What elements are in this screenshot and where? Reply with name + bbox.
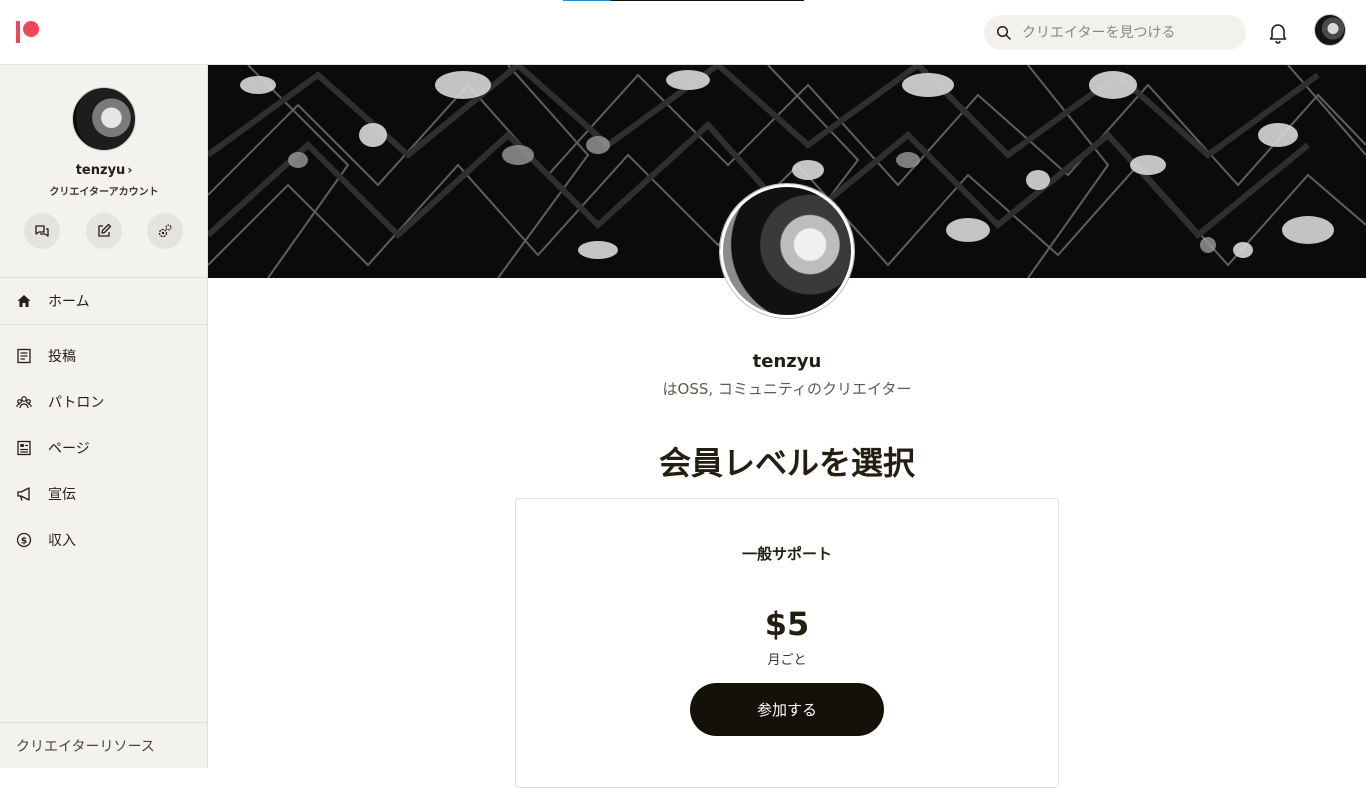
patreon-logo-icon[interactable]	[16, 20, 40, 44]
sidebar-item-label: 収入	[48, 533, 76, 549]
tier-name: 一般サポート	[741, 545, 832, 563]
creator-name: tenzyu	[75, 163, 126, 178]
sidebar-item-page[interactable]: ページ	[0, 425, 207, 471]
tier-card: 一般サポート $5 月ごと 参加する	[515, 498, 1059, 788]
patrons-icon	[16, 396, 32, 409]
join-button[interactable]: 参加する	[690, 683, 884, 736]
posts-icon	[17, 348, 31, 364]
sidebar-item-home[interactable]: ホーム	[0, 278, 207, 324]
profile-avatar[interactable]	[720, 184, 854, 318]
page-icon	[17, 440, 31, 456]
profile-name: tenzyu	[752, 351, 822, 372]
top-bar	[0, 0, 1366, 65]
creator-name-link[interactable]: tenzyu ›	[0, 163, 208, 178]
user-avatar[interactable]	[1314, 14, 1346, 46]
search-box[interactable]	[984, 15, 1246, 50]
svg-text:$: $	[21, 536, 27, 546]
sidebar-item-label: ホーム	[48, 294, 90, 310]
creator-avatar[interactable]	[72, 87, 136, 151]
sidebar-item-patrons[interactable]: パトロン	[0, 379, 207, 425]
creator-resources-link[interactable]: クリエイターリソース	[0, 722, 208, 768]
settings-button[interactable]	[147, 213, 183, 249]
sidebar-item-posts[interactable]: 投稿	[0, 333, 207, 379]
edit-button[interactable]	[86, 213, 122, 249]
sidebar-item-label: 投稿	[48, 349, 76, 365]
page-loading-bar	[563, 0, 804, 1]
chat-button[interactable]	[24, 213, 60, 249]
sidebar-item-label: ページ	[48, 441, 90, 457]
megaphone-icon	[17, 487, 30, 501]
tier-period: 月ごと	[767, 653, 807, 668]
sidebar: tenzyu › クリエイターアカウント ホーム 投稿 パトロン ページ 宣伝 …	[0, 65, 208, 768]
sidebar-item-promote[interactable]: 宣伝	[0, 471, 207, 517]
profile-tagline: はOSS, コミュニティのクリエイター	[662, 380, 912, 398]
account-type: クリエイターアカウント	[49, 187, 159, 198]
dollar-icon: $	[16, 532, 32, 548]
chevron-right-icon: ›	[127, 163, 133, 177]
sidebar-item-income[interactable]: $ 収入	[0, 517, 207, 563]
chat-icon	[35, 225, 49, 237]
sidebar-item-label: パトロン	[48, 395, 105, 411]
bell-icon[interactable]	[1266, 20, 1290, 44]
tiers-section-title: 会員レベルを選択	[658, 444, 915, 482]
home-icon	[17, 295, 31, 307]
creator-resources-label: クリエイターリソース	[16, 738, 155, 755]
sidebar-divider	[0, 324, 208, 325]
sidebar-item-label: 宣伝	[48, 487, 76, 503]
tier-price: $5	[764, 605, 810, 643]
edit-icon	[98, 223, 112, 237]
search-input[interactable]	[1022, 24, 1222, 41]
search-icon	[996, 25, 1012, 40]
settings-icon	[158, 224, 172, 238]
